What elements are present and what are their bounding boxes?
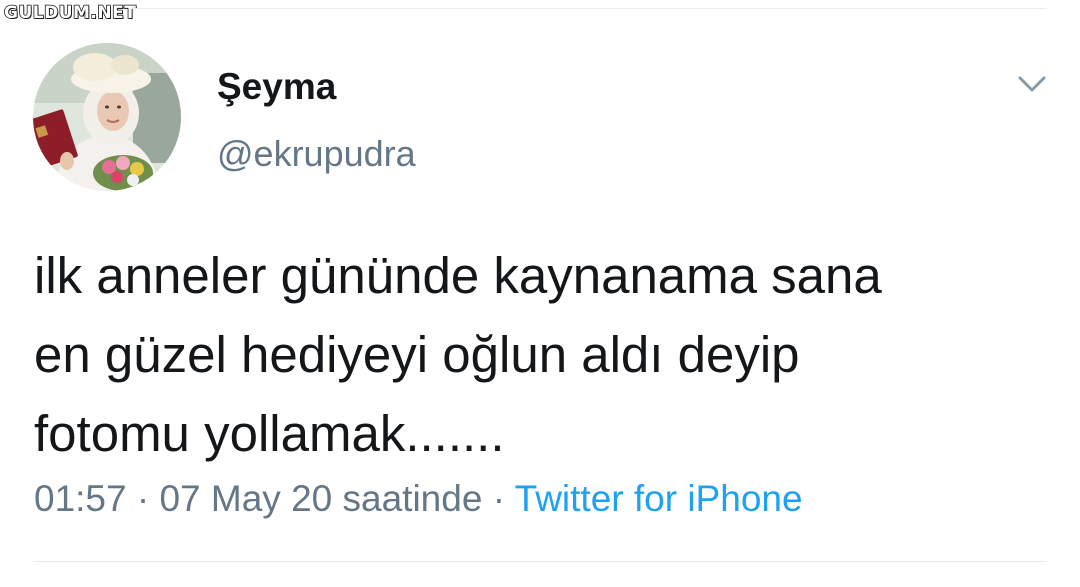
author-display-name[interactable]: Şeyma	[217, 66, 336, 108]
avatar[interactable]	[33, 43, 181, 191]
tweet-text: ilk anneler gününde kaynanama sana en gü…	[34, 247, 882, 462]
watermark-logo: GULDUM.NET	[3, 3, 137, 23]
top-divider	[130, 8, 1047, 9]
author-handle[interactable]: @ekrupudra	[217, 133, 416, 175]
tweet-meta: 01:57 · 07 May 20 saatinde · Twitter for…	[34, 478, 803, 520]
tweet-source-link[interactable]: Twitter for iPhone	[515, 478, 803, 519]
meta-separator: ·	[482, 478, 515, 519]
avatar-photo	[33, 43, 181, 191]
tweet-timestamp[interactable]: 01:57 · 07 May 20 saatinde	[34, 478, 482, 519]
chevron-down-icon[interactable]	[1012, 68, 1052, 100]
bottom-divider	[33, 561, 1047, 562]
